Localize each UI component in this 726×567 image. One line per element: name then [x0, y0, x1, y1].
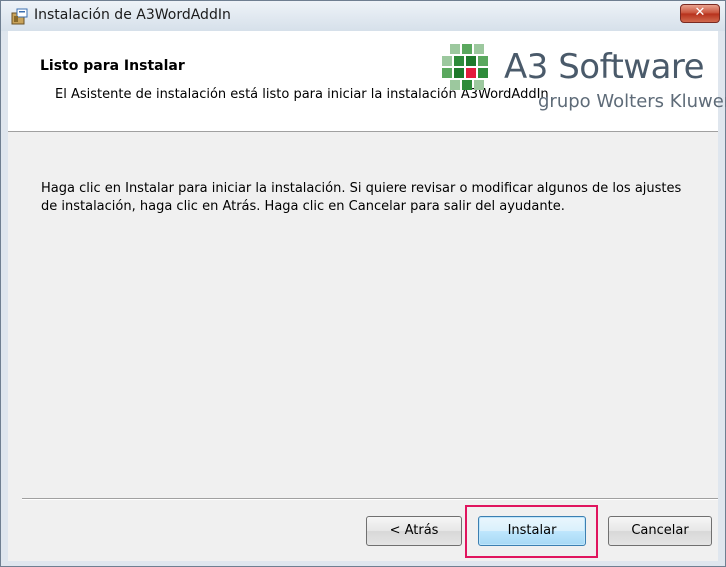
- logo-name: A3 Software: [504, 47, 705, 87]
- back-button[interactable]: < Atrás: [366, 516, 462, 546]
- instructions-text: Haga clic en Instalar para iniciar la in…: [41, 181, 682, 214]
- page-title: Listo para Instalar: [40, 58, 185, 74]
- window-title: Instalación de A3WordAddIn: [34, 7, 231, 23]
- logo-subtitle: grupo Wolters Kluwer: [538, 91, 726, 112]
- install-highlight-box: [465, 505, 598, 558]
- installer-window: Instalación de A3WordAddIn ✕ Listo para …: [0, 0, 726, 567]
- dialog-client-area: Listo para Instalar El Asistente de inst…: [8, 31, 726, 561]
- title-bar[interactable]: Instalación de A3WordAddIn ✕: [1, 1, 725, 31]
- close-icon: ✕: [694, 5, 706, 20]
- installer-icon: [11, 8, 28, 25]
- cancel-button[interactable]: Cancelar: [608, 516, 712, 546]
- dialog-header: Listo para Instalar El Asistente de inst…: [8, 31, 726, 132]
- close-button[interactable]: ✕: [680, 4, 720, 23]
- a3-logo-icon: [442, 44, 488, 90]
- divider: [22, 498, 718, 500]
